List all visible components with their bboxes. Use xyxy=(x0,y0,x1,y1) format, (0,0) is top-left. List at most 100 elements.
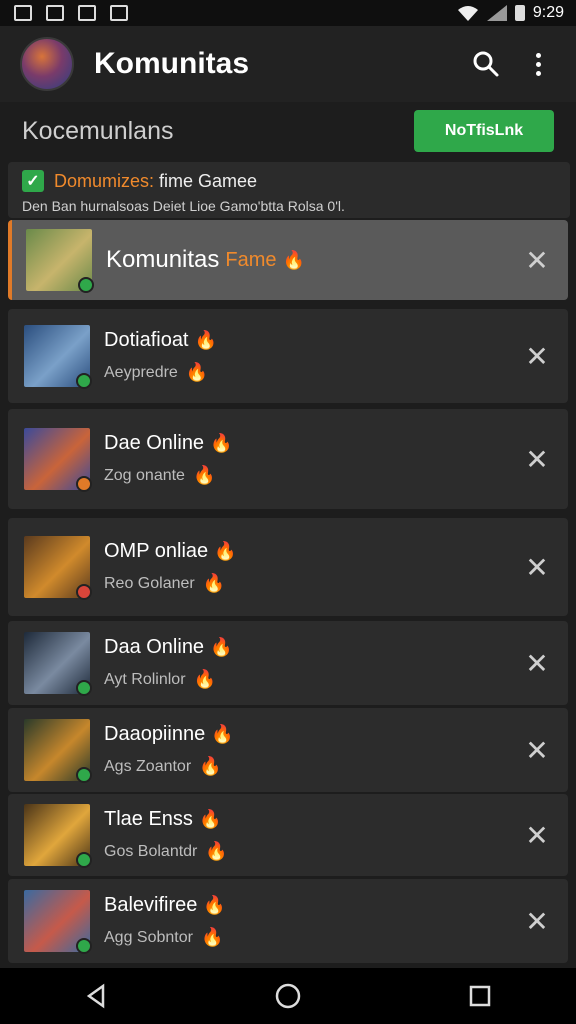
list-item-title-text: OMP onliae xyxy=(104,540,209,562)
avatar[interactable] xyxy=(20,37,74,91)
status-bar: 9:29 xyxy=(0,0,576,26)
status-badge xyxy=(76,476,92,492)
more-vert-icon xyxy=(535,52,541,76)
list-item-subtitle: Gos Bolantdr 🔥 xyxy=(104,841,520,862)
list-item-title: Dae Online 🔥 xyxy=(104,432,520,455)
list-item-subtitle-text: Reo Golaner xyxy=(104,574,195,592)
list-item-title: Balevifiree 🔥 xyxy=(104,894,520,917)
list-item-title-text: Tlae Enss xyxy=(104,808,193,830)
battery-icon xyxy=(514,5,525,21)
game-thumbnail xyxy=(24,536,92,600)
info-description: Den Ban hurnalsoas Deiet Lioe Gamo'btta … xyxy=(22,198,345,214)
list-item-text: OMP onliae 🔥 Reo Golaner 🔥 xyxy=(104,540,520,594)
flame-icon: 🔥 xyxy=(199,756,222,776)
list-item-text: Tlae Enss 🔥 Gos Bolantdr 🔥 xyxy=(104,808,520,862)
flame-icon: 🔥 xyxy=(282,249,305,270)
list-item[interactable]: Balevifiree 🔥 Agg Sobntor 🔥 ✕ xyxy=(8,879,568,963)
list-item[interactable]: Dotiafioat 🔥 Aeypredre 🔥 ✕ xyxy=(8,309,568,403)
flame-icon: 🔥 xyxy=(203,895,226,915)
list-item-title-text: Daa Online xyxy=(104,636,205,658)
flame-icon: 🔥 xyxy=(193,669,216,689)
status-badge xyxy=(76,584,92,600)
status-badge xyxy=(76,680,92,696)
close-icon[interactable]: ✕ xyxy=(520,243,554,277)
notification-icon xyxy=(110,5,128,21)
recents-icon xyxy=(469,985,491,1007)
close-icon[interactable]: ✕ xyxy=(520,339,554,373)
flame-icon: 🔥 xyxy=(210,637,233,657)
list-item-title-text: Daaopiinne xyxy=(104,723,206,745)
status-badge xyxy=(76,938,92,954)
status-badge xyxy=(76,373,92,389)
flame-icon: 🔥 xyxy=(211,724,234,744)
section-header: Kocemunlans NoTfisLnk xyxy=(0,102,576,160)
list-item-subtitle: Agg Sobntor 🔥 xyxy=(104,927,520,948)
list-item-text: Dae Online 🔥 Zog onante 🔥 xyxy=(104,432,520,486)
flame-icon: 🔥 xyxy=(192,465,216,485)
flame-icon: 🔥 xyxy=(214,541,237,561)
list-item-title: Daa Online 🔥 xyxy=(104,636,520,659)
search-icon xyxy=(473,51,499,77)
list-item[interactable]: Daa Online 🔥 Ayt Rolinlor 🔥 ✕ xyxy=(8,621,568,705)
list-item-subtitle: Ags Zoantor 🔥 xyxy=(104,756,520,777)
notifications-button[interactable]: NoTfisLnk xyxy=(414,110,554,152)
status-badge xyxy=(76,767,92,783)
home-button[interactable] xyxy=(268,976,308,1016)
list-item-subtitle-text: Ayt Rolinlor xyxy=(104,670,186,688)
list-item[interactable]: Tlae Enss 🔥 Gos Bolantdr 🔥 ✕ xyxy=(8,794,568,876)
flame-icon: 🔥 xyxy=(198,809,222,829)
list-item-subtitle: Reo Golaner 🔥 xyxy=(104,573,520,594)
list-item-text: Daaopiinne 🔥 Ags Zoantor 🔥 xyxy=(104,723,520,777)
list-item-title-text: Balevifiree xyxy=(104,894,198,916)
list-item-subtitle-text: Zog onante xyxy=(104,466,185,484)
close-icon[interactable]: ✕ xyxy=(520,818,554,852)
game-thumbnail xyxy=(24,325,92,389)
system-nav-bar xyxy=(0,968,576,1024)
list-item[interactable]: OMP onliae 🔥 Reo Golaner 🔥 ✕ xyxy=(8,518,568,616)
list-item-title: OMP onliae 🔥 xyxy=(104,540,520,563)
list-item-subtitle-text: Aeypredre xyxy=(104,363,178,381)
close-icon[interactable]: ✕ xyxy=(520,550,554,584)
list-item-subtitle-text: Agg Sobntor xyxy=(104,928,193,946)
cell-signal-icon xyxy=(486,5,507,21)
back-button[interactable] xyxy=(76,976,116,1016)
list-item[interactable]: Daaopiinne 🔥 Ags Zoantor 🔥 ✕ xyxy=(8,708,568,792)
overflow-menu-button[interactable] xyxy=(518,44,558,84)
checkbox-checked[interactable]: ✓ xyxy=(22,170,44,192)
close-icon[interactable]: ✕ xyxy=(520,733,554,767)
list-item-title-text: Dae Online xyxy=(104,432,205,454)
flame-icon: 🔥 xyxy=(185,362,209,382)
wifi-icon xyxy=(457,6,478,21)
list-item-title: Tlae Enss 🔥 xyxy=(104,808,520,831)
home-icon xyxy=(275,983,301,1009)
game-thumbnail xyxy=(24,719,92,783)
list-item-text: Dotiafioat 🔥 Aeypredre 🔥 xyxy=(104,329,520,383)
game-thumbnail xyxy=(24,428,92,492)
list-item-title-text: Dotiafioat xyxy=(104,329,189,351)
close-icon[interactable]: ✕ xyxy=(520,442,554,476)
list-item-subtitle-text: Ags Zoantor xyxy=(104,757,192,775)
list-item[interactable]: Komunitas Fame 🔥 ✕ xyxy=(8,220,568,300)
back-icon xyxy=(86,983,105,1009)
info-title: Domumizes: fime Gamee xyxy=(54,171,257,192)
flame-icon: 🔥 xyxy=(200,927,224,947)
list-item-extra: Fame xyxy=(225,248,277,271)
list-item-text: Daa Online 🔥 Ayt Rolinlor 🔥 xyxy=(104,636,520,690)
info-banner[interactable]: ✓ Domumizes: fime Gamee Den Ban hurnalso… xyxy=(8,162,570,218)
search-button[interactable] xyxy=(466,44,506,84)
notification-icon xyxy=(78,5,96,21)
list-item-title: Dotiafioat 🔥 xyxy=(104,329,520,352)
list-item-title: Komunitas Fame 🔥 xyxy=(106,246,520,274)
list-item-title: Daaopiinne 🔥 xyxy=(104,723,520,746)
list-item[interactable]: Dae Online 🔥 Zog onante 🔥 ✕ xyxy=(8,409,568,509)
notification-icon xyxy=(46,5,64,21)
list-item-subtitle-text: Gos Bolantdr xyxy=(104,842,198,860)
close-icon[interactable]: ✕ xyxy=(520,646,554,680)
game-thumbnail xyxy=(26,229,94,293)
game-thumbnail xyxy=(24,804,92,868)
status-badge xyxy=(76,852,92,868)
section-title: Kocemunlans xyxy=(22,116,174,145)
close-icon[interactable]: ✕ xyxy=(520,904,554,938)
flame-icon: 🔥 xyxy=(210,433,233,453)
recents-button[interactable] xyxy=(460,976,500,1016)
